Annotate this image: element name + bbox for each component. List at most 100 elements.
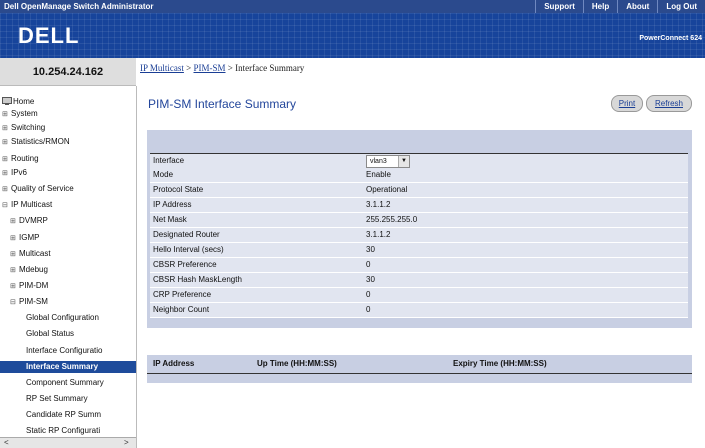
- column-header-expiry-time: Expiry Time (HH:MM:SS): [453, 359, 547, 368]
- field-label: CBSR Hash MaskLength: [153, 275, 242, 284]
- breadcrumb-pim-sm[interactable]: PIM-SM: [194, 63, 226, 73]
- tree-item-dvmrp[interactable]: ⊞ DVMRP: [10, 215, 48, 227]
- field-value: 0: [366, 290, 371, 299]
- column-header-ip-address: IP Address: [153, 359, 195, 368]
- product-name: PowerConnect 624: [639, 35, 702, 42]
- field-label: Hello Interval (secs): [153, 245, 224, 254]
- app-title: Dell OpenManage Switch Administrator: [4, 2, 154, 11]
- collapse-icon[interactable]: ⊟: [10, 297, 19, 309]
- field-label: CBSR Preference: [153, 260, 217, 269]
- field-value: 3.1.1.2: [366, 230, 391, 239]
- expand-icon[interactable]: ⊞: [10, 216, 19, 228]
- tree-item-interface-summary[interactable]: Interface Summary: [0, 361, 136, 373]
- tree-item-label: Quality of Service: [11, 184, 74, 193]
- horizontal-scrollbar[interactable]: < >: [0, 437, 136, 448]
- field-value: Operational: [366, 185, 408, 194]
- tree-item-mdebug[interactable]: ⊞ Mdebug: [10, 264, 48, 276]
- scroll-right-icon[interactable]: >: [124, 438, 129, 447]
- about-link[interactable]: About: [617, 0, 657, 13]
- expand-icon[interactable]: ⊞: [2, 154, 11, 166]
- expand-icon[interactable]: ⊞: [10, 281, 19, 293]
- tree-item-quality-of-service[interactable]: ⊞ Quality of Service: [2, 183, 74, 195]
- tree-item-statistics-rmon[interactable]: ⊞ Statistics/RMON: [2, 136, 70, 148]
- dell-logo: DELL: [18, 23, 80, 48]
- tree-item-rp-set-summary[interactable]: RP Set Summary: [26, 393, 88, 405]
- crp-preference-row: CRP Preference 0: [150, 288, 688, 303]
- protocol-state-row: Protocol State Operational: [150, 183, 688, 198]
- field-value: 0: [366, 260, 371, 269]
- field-label: Neighbor Count: [153, 305, 210, 314]
- log-out-link[interactable]: Log Out: [657, 0, 705, 13]
- refresh-button[interactable]: Refresh: [646, 95, 692, 112]
- tree-item-static-rp-configuration[interactable]: Static RP Configurati: [26, 425, 100, 437]
- field-value: 3.1.1.2: [366, 200, 391, 209]
- tree-item-label: Component Summary: [26, 378, 104, 387]
- field-value: 30: [366, 245, 375, 254]
- field-label: CRP Preference: [153, 290, 212, 299]
- tree-item-label: Interface Summary: [26, 362, 99, 371]
- table-header-row: IP Address Up Time (HH:MM:SS) Expiry Tim…: [147, 355, 692, 374]
- chevron-down-icon[interactable]: ▼: [398, 156, 409, 167]
- expand-icon[interactable]: ⊞: [10, 233, 19, 245]
- field-label: Designated Router: [153, 230, 220, 239]
- support-link[interactable]: Support: [535, 0, 583, 13]
- collapse-icon[interactable]: ⊟: [2, 200, 11, 212]
- print-button[interactable]: Print: [611, 95, 643, 112]
- field-label: Mode: [153, 170, 174, 179]
- top-bar: Dell OpenManage Switch Administrator Sup…: [0, 0, 705, 13]
- tree-item-system[interactable]: ⊞ System: [2, 108, 38, 120]
- expand-icon[interactable]: ⊞: [10, 249, 19, 261]
- tree-item-label: RP Set Summary: [26, 394, 88, 403]
- tree-item-label: Global Configuration: [26, 313, 99, 322]
- tree-item-pim-dm[interactable]: ⊞ PIM-DM: [10, 280, 48, 292]
- tree-item-label: PIM-DM: [19, 281, 49, 290]
- tree-item-candidate-rp-summary[interactable]: Candidate RP Summ: [26, 409, 101, 421]
- field-value: Enable: [366, 170, 391, 179]
- mode-row: Mode Enable: [150, 168, 688, 183]
- tree-item-switching[interactable]: ⊞ Switching: [2, 122, 45, 134]
- ip-address-row: IP Address 3.1.1.2: [150, 198, 688, 213]
- tree-item-igmp[interactable]: ⊞ IGMP: [10, 232, 39, 244]
- interface-select[interactable]: vlan3 ▼: [366, 155, 410, 168]
- tree-item-home[interactable]: Home: [2, 96, 34, 108]
- breadcrumb-separator: >: [225, 63, 236, 73]
- breadcrumb-ip-multicast[interactable]: IP Multicast: [140, 63, 184, 73]
- tree-item-label: PIM-SM: [19, 297, 48, 306]
- monitor-icon: [2, 97, 12, 105]
- expand-icon[interactable]: ⊞: [2, 109, 11, 121]
- tree-item-label: Interface Configuratio: [26, 346, 103, 355]
- tree-item-label: IP Multicast: [11, 200, 53, 209]
- tree-item-multicast[interactable]: ⊞ Multicast: [10, 248, 51, 260]
- tree-item-interface-configuration[interactable]: Interface Configuratio: [26, 345, 103, 357]
- tree-item-label: Static RP Configurati: [26, 426, 101, 435]
- tree-item-component-summary[interactable]: Component Summary: [26, 377, 104, 389]
- tree-item-ip-multicast[interactable]: ⊟ IP Multicast: [2, 199, 52, 211]
- tree-item-label: Multicast: [19, 249, 51, 258]
- expand-icon[interactable]: ⊞: [2, 184, 11, 196]
- tree-item-global-status[interactable]: Global Status: [26, 328, 74, 340]
- tree-item-routing[interactable]: ⊞ Routing: [2, 153, 39, 165]
- field-label: Net Mask: [153, 215, 187, 224]
- expand-icon[interactable]: ⊞: [2, 123, 11, 135]
- tree-item-ipv6[interactable]: ⊞ IPv6: [2, 167, 27, 179]
- field-label: IP Address: [153, 200, 192, 209]
- expand-icon[interactable]: ⊞: [10, 265, 19, 277]
- tree-item-label: IPv6: [11, 168, 28, 177]
- interface-row: Interface vlan3 ▼: [150, 153, 688, 169]
- top-links: Support Help About Log Out: [535, 0, 705, 13]
- help-link[interactable]: Help: [582, 0, 617, 13]
- tree-item-global-configuration[interactable]: Global Configuration: [26, 312, 99, 324]
- field-value: 0: [366, 305, 371, 314]
- expand-icon[interactable]: ⊞: [2, 168, 11, 180]
- hello-interval-row: Hello Interval (secs) 30: [150, 243, 688, 258]
- breadcrumb: IP Multicast > PIM-SM > Interface Summar…: [140, 63, 304, 73]
- tree-item-label: Routing: [11, 154, 39, 163]
- column-header-up-time: Up Time (HH:MM:SS): [257, 359, 337, 368]
- scroll-left-icon[interactable]: <: [4, 438, 9, 447]
- designated-router-row: Designated Router 3.1.1.2: [150, 228, 688, 243]
- expand-icon[interactable]: ⊞: [2, 137, 11, 149]
- tree-item-label: Home: [13, 97, 35, 106]
- breadcrumb-separator: >: [183, 63, 194, 73]
- neighbor-count-row: Neighbor Count 0: [150, 303, 688, 318]
- tree-item-pim-sm[interactable]: ⊟ PIM-SM: [10, 296, 48, 308]
